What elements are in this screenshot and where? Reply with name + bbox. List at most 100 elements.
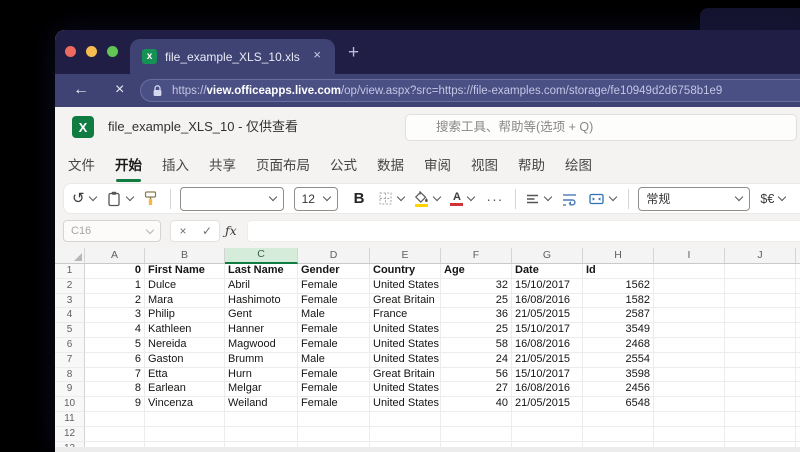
cell-K2[interactable] — [796, 279, 800, 294]
fill-color-button[interactable] — [414, 190, 442, 207]
row-header-11[interactable]: 11 — [55, 411, 85, 427]
cell-C5[interactable]: Hanner — [225, 323, 298, 338]
cell-J4[interactable] — [725, 308, 796, 324]
row-header-1[interactable]: 1 — [55, 264, 85, 279]
cell-E2[interactable]: United States — [370, 278, 441, 294]
cell-C10[interactable]: Weiland — [225, 397, 298, 412]
cell-J1[interactable] — [725, 264, 796, 279]
cell-E3[interactable]: Great Britain — [370, 293, 441, 309]
cell-J3[interactable] — [725, 293, 796, 309]
cell-E12[interactable] — [370, 426, 441, 442]
cell-H3[interactable]: 1582 — [583, 293, 654, 309]
search-input[interactable]: 搜索工具、帮助等(选项 + Q) — [405, 114, 797, 141]
chevron-down-icon[interactable] — [778, 192, 787, 202]
column-header-D[interactable]: D — [298, 248, 370, 264]
cell-G5[interactable]: 15/10/2017 — [512, 323, 583, 338]
cell-C3[interactable]: Hashimoto — [225, 293, 298, 309]
cell-J9[interactable] — [725, 382, 796, 398]
cell-E1[interactable]: Country — [370, 264, 441, 279]
cell-G12[interactable] — [512, 426, 583, 442]
cell-K8[interactable] — [796, 368, 800, 383]
enter-icon[interactable]: ✓ — [195, 221, 219, 241]
cell-B2[interactable]: Dulce — [145, 278, 225, 294]
column-header-H[interactable]: H — [583, 248, 654, 264]
cell-B12[interactable] — [145, 426, 225, 442]
cell-D1[interactable]: Gender — [298, 264, 370, 279]
row-header-12[interactable]: 12 — [55, 426, 85, 442]
menu-tab-review[interactable]: 审阅 — [424, 154, 451, 174]
row-header-9[interactable]: 9 — [55, 382, 85, 398]
column-header-C[interactable]: C — [225, 248, 298, 264]
cell-F3[interactable]: 25 — [441, 293, 512, 309]
cell-B9[interactable]: Earlean — [145, 382, 225, 398]
row-header-10[interactable]: 10 — [55, 397, 85, 412]
cell-K3[interactable] — [796, 294, 800, 309]
chevron-down-icon[interactable] — [125, 192, 134, 202]
wrap-text-button[interactable] — [561, 192, 578, 206]
cell-A5[interactable]: 4 — [85, 323, 145, 338]
formula-input[interactable] — [247, 220, 800, 242]
alignment-button[interactable] — [525, 192, 553, 206]
cell-D11[interactable] — [298, 411, 370, 427]
cell-H7[interactable]: 2554 — [583, 352, 654, 368]
row-header-5[interactable]: 5 — [55, 323, 85, 338]
cell-A8[interactable]: 7 — [85, 367, 145, 383]
cell-A4[interactable]: 3 — [85, 308, 145, 324]
cell-F8[interactable]: 56 — [441, 367, 512, 383]
cell-H9[interactable]: 2456 — [583, 382, 654, 398]
cell-A6[interactable]: 5 — [85, 337, 145, 353]
font-name-select[interactable] — [179, 186, 284, 211]
format-painter-button[interactable] — [143, 190, 158, 207]
cell-K1[interactable] — [796, 264, 800, 279]
cell-E8[interactable]: Great Britain — [370, 367, 441, 383]
cell-H12[interactable] — [583, 426, 654, 442]
cell-D2[interactable]: Female — [298, 278, 370, 294]
cell-K5[interactable] — [796, 323, 800, 338]
number-format-select[interactable]: 常规 — [638, 186, 751, 211]
cell-E6[interactable]: United States — [370, 337, 441, 353]
cell-F5[interactable]: 25 — [441, 323, 512, 338]
cell-F6[interactable]: 58 — [441, 337, 512, 353]
cell-H11[interactable] — [583, 411, 654, 427]
cell-B4[interactable]: Philip — [145, 308, 225, 324]
cell-G4[interactable]: 21/05/2015 — [512, 308, 583, 324]
address-bar[interactable]: https://view.officeapps.live.com/op/view… — [140, 79, 800, 102]
select-all-corner[interactable] — [55, 248, 85, 264]
cell-I10[interactable] — [654, 397, 725, 412]
column-header-A[interactable]: A — [85, 248, 145, 264]
cell-K4[interactable] — [796, 308, 800, 324]
cell-E5[interactable]: United States — [370, 323, 441, 338]
cell-A2[interactable]: 1 — [85, 278, 145, 294]
cell-C11[interactable] — [225, 411, 298, 427]
cell-H8[interactable]: 3598 — [583, 367, 654, 383]
cell-A7[interactable]: 6 — [85, 352, 145, 368]
cell-H1[interactable]: Id — [583, 264, 654, 279]
name-box[interactable]: C16 — [63, 220, 161, 242]
cell-A1[interactable]: 0 — [85, 264, 145, 279]
row-header-7[interactable]: 7 — [55, 352, 85, 368]
column-header-G[interactable]: G — [512, 248, 583, 264]
cell-G2[interactable]: 15/10/2017 — [512, 278, 583, 294]
row-header-4[interactable]: 4 — [55, 308, 85, 324]
cell-G11[interactable] — [512, 411, 583, 427]
column-header-I[interactable]: I — [654, 248, 725, 264]
cell-C1[interactable]: Last Name — [225, 264, 298, 279]
zoom-window-button[interactable] — [107, 46, 118, 57]
cell-F1[interactable]: Age — [441, 264, 512, 279]
cell-J11[interactable] — [725, 411, 796, 427]
row-header-6[interactable]: 6 — [55, 337, 85, 353]
cell-F2[interactable]: 32 — [441, 278, 512, 294]
cell-D12[interactable] — [298, 426, 370, 442]
cell-F12[interactable] — [441, 426, 512, 442]
cell-D8[interactable]: Female — [298, 367, 370, 383]
cell-F10[interactable]: 40 — [441, 397, 512, 412]
cell-I3[interactable] — [654, 293, 725, 309]
cell-G9[interactable]: 16/08/2016 — [512, 382, 583, 398]
cell-G8[interactable]: 15/10/2017 — [512, 367, 583, 383]
cell-B5[interactable]: Kathleen — [145, 323, 225, 338]
font-color-button[interactable]: A — [450, 191, 476, 206]
cell-D5[interactable]: Female — [298, 323, 370, 338]
cell-J5[interactable] — [725, 323, 796, 338]
cell-K7[interactable] — [796, 353, 800, 368]
column-header-K[interactable]: K — [796, 248, 800, 264]
